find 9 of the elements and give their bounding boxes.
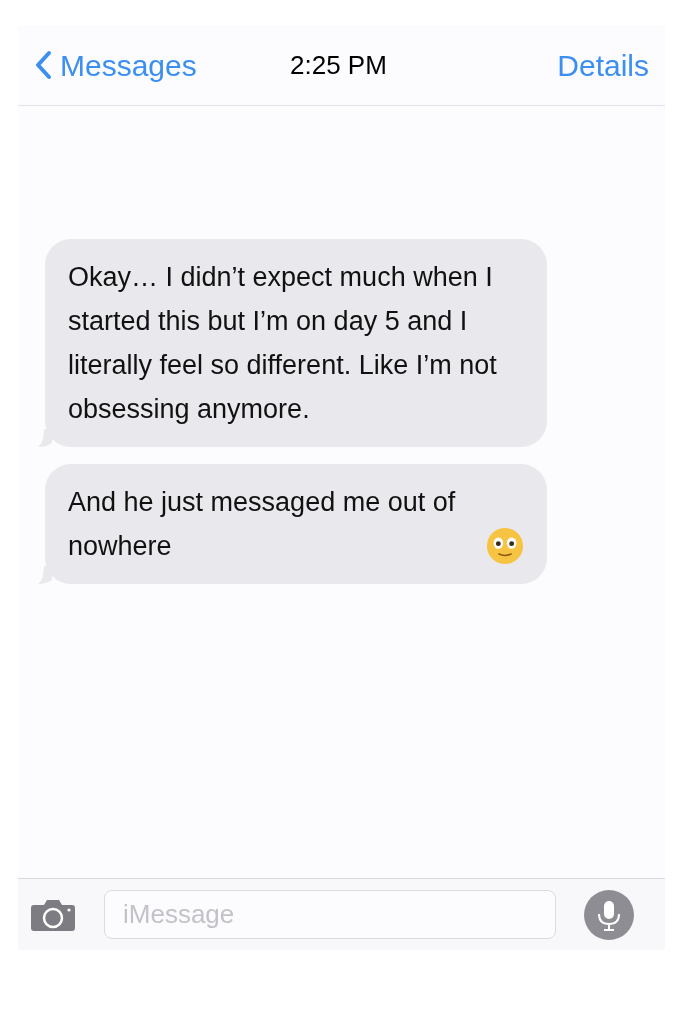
header-time: 2:25 PM xyxy=(290,48,387,82)
microphone-icon[interactable] xyxy=(584,889,634,940)
message-input[interactable]: iMessage xyxy=(104,890,556,939)
back-button[interactable]: Messages xyxy=(34,42,197,88)
message-text: And he just messaged me out of nowhere xyxy=(68,486,457,563)
details-button[interactable]: Details xyxy=(557,42,649,88)
message-text: Okay… I didn’t expect much when I started this but I’m on day 5 and I literally feel so different. Like I’m not obsessing anymore. xyxy=(68,261,498,426)
camera-icon[interactable] xyxy=(30,897,76,932)
chevron-left-icon xyxy=(34,50,52,80)
